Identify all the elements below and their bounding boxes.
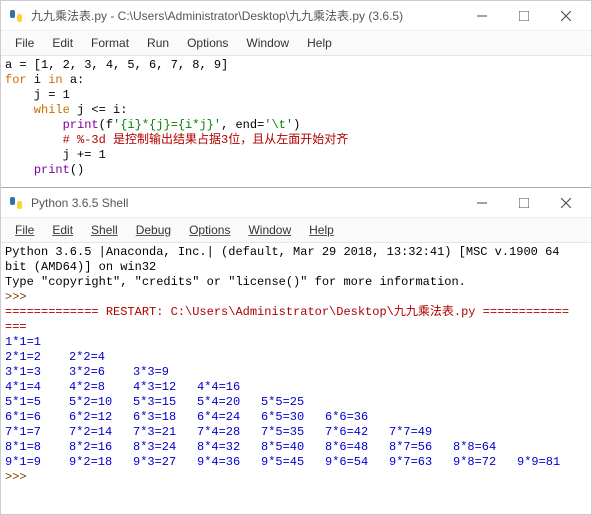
table-cell: 2*1=2 <box>5 350 69 365</box>
table-cell: 8*4=32 <box>197 440 261 455</box>
table-row: 9*1=99*2=189*3=279*4=369*5=459*6=549*7=6… <box>5 455 587 470</box>
table-cell: 9*6=54 <box>325 455 389 470</box>
table-cell: 7*2=14 <box>69 425 133 440</box>
maximize-button[interactable] <box>503 189 545 217</box>
menu-edit[interactable]: Edit <box>44 221 81 239</box>
table-cell: 6*6=36 <box>325 410 389 425</box>
table-cell: 7*3=21 <box>133 425 197 440</box>
window-controls <box>461 189 587 217</box>
editor-titlebar: 九九乘法表.py - C:\Users\Administrator\Deskto… <box>1 1 591 31</box>
shell-titlebar: Python 3.6.5 Shell <box>1 188 591 218</box>
table-row: 8*1=88*2=168*3=248*4=328*5=408*6=488*7=5… <box>5 440 587 455</box>
table-cell: 4*1=4 <box>5 380 69 395</box>
table-cell: 5*5=25 <box>261 395 325 410</box>
shell-title: Python 3.6.5 Shell <box>31 196 461 210</box>
maximize-button[interactable] <box>503 2 545 30</box>
menu-shell[interactable]: Shell <box>83 221 126 239</box>
menu-format[interactable]: Format <box>83 34 137 52</box>
menu-file[interactable]: File <box>7 221 42 239</box>
table-cell: 4*4=16 <box>197 380 261 395</box>
table-cell: 8*7=56 <box>389 440 453 455</box>
table-cell: 8*1=8 <box>5 440 69 455</box>
menu-options[interactable]: Options <box>181 221 238 239</box>
table-cell: 4*2=8 <box>69 380 133 395</box>
table-cell: 8*2=16 <box>69 440 133 455</box>
restart-line: ============= RESTART: C:\Users\Administ… <box>5 305 569 319</box>
table-cell: 9*2=18 <box>69 455 133 470</box>
menu-debug[interactable]: Debug <box>128 221 179 239</box>
shell-window: Python 3.6.5 Shell File Edit Shell Debug… <box>1 187 591 514</box>
table-row: 2*1=22*2=4 <box>5 350 587 365</box>
python-file-icon <box>7 7 25 25</box>
window-controls <box>461 2 587 30</box>
close-button[interactable] <box>545 2 587 30</box>
prompt: >>> <box>5 470 27 484</box>
table-cell: 6*5=30 <box>261 410 325 425</box>
table-row: 4*1=44*2=84*3=124*4=16 <box>5 380 587 395</box>
table-cell: 8*6=48 <box>325 440 389 455</box>
table-cell: 9*1=9 <box>5 455 69 470</box>
table-cell: 1*1=1 <box>5 335 69 350</box>
editor-menubar: File Edit Format Run Options Window Help <box>1 31 591 56</box>
table-cell: 9*7=63 <box>389 455 453 470</box>
close-button[interactable] <box>545 189 587 217</box>
table-cell: 7*1=7 <box>5 425 69 440</box>
table-row: 1*1=1 <box>5 335 587 350</box>
editor-code-area[interactable]: a = [1, 2, 3, 4, 5, 6, 7, 8, 9] for i in… <box>1 56 591 184</box>
prompt: >>> <box>5 290 27 304</box>
menu-help[interactable]: Help <box>299 34 340 52</box>
banner-line-1: Python 3.6.5 |Anaconda, Inc.| (default, … <box>5 245 585 275</box>
menu-run[interactable]: Run <box>139 34 177 52</box>
table-row: 5*1=55*2=105*3=155*4=205*5=25 <box>5 395 587 410</box>
shell-output-area[interactable]: Python 3.6.5 |Anaconda, Inc.| (default, … <box>1 243 591 491</box>
banner-line-2: Type "copyright", "credits" or "license(… <box>5 275 466 289</box>
table-row: 6*1=66*2=126*3=186*4=246*5=306*6=36 <box>5 410 587 425</box>
table-cell: 2*2=4 <box>69 350 133 365</box>
table-cell: 6*1=6 <box>5 410 69 425</box>
menu-file[interactable]: File <box>7 34 42 52</box>
editor-title: 九九乘法表.py - C:\Users\Administrator\Deskto… <box>31 7 461 24</box>
menu-help[interactable]: Help <box>301 221 342 239</box>
editor-window: 九九乘法表.py - C:\Users\Administrator\Deskto… <box>1 1 591 183</box>
python-icon <box>7 194 25 212</box>
menu-options[interactable]: Options <box>179 34 236 52</box>
table-cell: 9*8=72 <box>453 455 517 470</box>
table-cell: 6*4=24 <box>197 410 261 425</box>
table-cell: 9*9=81 <box>517 455 581 470</box>
table-cell: 5*2=10 <box>69 395 133 410</box>
table-cell: 4*3=12 <box>133 380 197 395</box>
menu-window[interactable]: Window <box>238 34 297 52</box>
table-cell: 9*4=36 <box>197 455 261 470</box>
restart-sep: === <box>5 320 27 334</box>
multiplication-table: 1*1=12*1=22*2=43*1=33*2=63*3=94*1=44*2=8… <box>5 335 587 470</box>
table-cell: 9*3=27 <box>133 455 197 470</box>
table-cell: 3*1=3 <box>5 365 69 380</box>
table-cell: 7*4=28 <box>197 425 261 440</box>
table-row: 3*1=33*2=63*3=9 <box>5 365 587 380</box>
minimize-button[interactable] <box>461 2 503 30</box>
shell-menubar: File Edit Shell Debug Options Window Hel… <box>1 218 591 243</box>
table-row: 7*1=77*2=147*3=217*4=287*5=357*6=427*7=4… <box>5 425 587 440</box>
minimize-button[interactable] <box>461 189 503 217</box>
table-cell: 8*5=40 <box>261 440 325 455</box>
table-cell: 7*7=49 <box>389 425 453 440</box>
table-cell: 3*3=9 <box>133 365 197 380</box>
table-cell: 5*4=20 <box>197 395 261 410</box>
table-cell: 8*8=64 <box>453 440 517 455</box>
menu-edit[interactable]: Edit <box>44 34 81 52</box>
table-cell: 6*2=12 <box>69 410 133 425</box>
table-cell: 7*6=42 <box>325 425 389 440</box>
table-cell: 5*3=15 <box>133 395 197 410</box>
table-cell: 9*5=45 <box>261 455 325 470</box>
menu-window[interactable]: Window <box>240 221 299 239</box>
table-cell: 6*3=18 <box>133 410 197 425</box>
table-cell: 3*2=6 <box>69 365 133 380</box>
table-cell: 8*3=24 <box>133 440 197 455</box>
table-cell: 7*5=35 <box>261 425 325 440</box>
table-cell: 5*1=5 <box>5 395 69 410</box>
